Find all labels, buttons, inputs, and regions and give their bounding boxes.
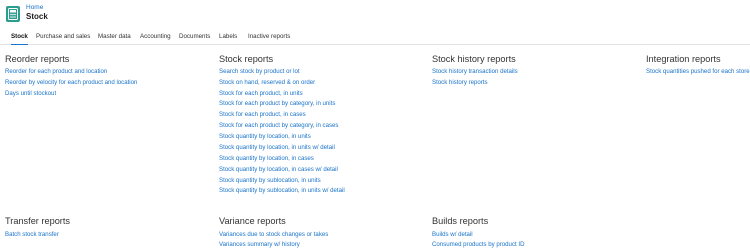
section-title-stock: Stock reports [219,54,274,64]
section-title-stock-history: Stock history reports [432,54,516,64]
report-link[interactable]: Batch stock transfer [5,231,59,238]
report-link[interactable]: Search stock by product or lot [219,68,300,75]
report-link[interactable]: Reorder by velocity for each product and… [5,79,137,86]
section-title-variance: Variance reports [219,216,286,226]
tab-purchase-and-sales[interactable]: Purchase and sales [36,33,90,45]
report-link[interactable]: Stock quantity by location, in cases [219,155,314,162]
report-link[interactable]: Reorder for each product and location [5,68,107,75]
report-link[interactable]: Stock quantity by sublocation, in units … [219,187,345,194]
report-link[interactable]: Stock quantity by location, in cases w/ … [219,166,338,173]
report-link[interactable]: Stock for each product by category, in u… [219,100,335,107]
report-link[interactable]: Builds w/ detail [432,231,473,238]
report-link[interactable]: Stock on hand, reserved & on order [219,79,315,86]
report-tabs: Stock Purchase and sales Master data Acc… [0,31,750,45]
tab-inactive-reports[interactable]: Inactive reports [248,33,290,45]
report-link[interactable]: Stock for each product, in cases [219,111,306,118]
calculator-icon [6,6,20,22]
report-link[interactable]: Variances summary w/ history [219,241,300,248]
tab-stock[interactable]: Stock [11,33,28,45]
page-title: Stock [26,12,48,21]
report-link[interactable]: Stock for each product by category, in c… [219,122,338,129]
tab-accounting[interactable]: Accounting [140,33,171,45]
page-header: Home Stock [0,0,750,30]
report-link[interactable]: Consumed products by product ID [432,241,524,248]
report-link[interactable]: Stock quantity by location, in units [219,133,311,140]
report-link[interactable]: Stock quantity by location, in units w/ … [219,144,335,151]
report-link[interactable]: Variances due to stock changes or takes [219,231,328,238]
report-link[interactable]: Stock quantities pushed for each store [646,68,750,75]
report-link[interactable]: Days until stockout [5,90,56,97]
section-title-transfer: Transfer reports [5,216,71,226]
section-title-integration: Integration reports [646,54,721,64]
report-link[interactable]: Stock quantity by sublocation, in units [219,177,321,184]
breadcrumb-home[interactable]: Home [26,4,43,11]
tab-labels[interactable]: Labels [219,33,237,45]
tab-master-data[interactable]: Master data [98,33,131,45]
report-link[interactable]: Stock history reports [432,79,488,86]
section-title-builds: Builds reports [432,216,489,226]
report-link[interactable]: Stock for each product, in units [219,90,303,97]
report-link[interactable]: Stock history transaction details [432,68,518,75]
section-title-reorder: Reorder reports [5,54,70,64]
tab-documents[interactable]: Documents [179,33,210,45]
